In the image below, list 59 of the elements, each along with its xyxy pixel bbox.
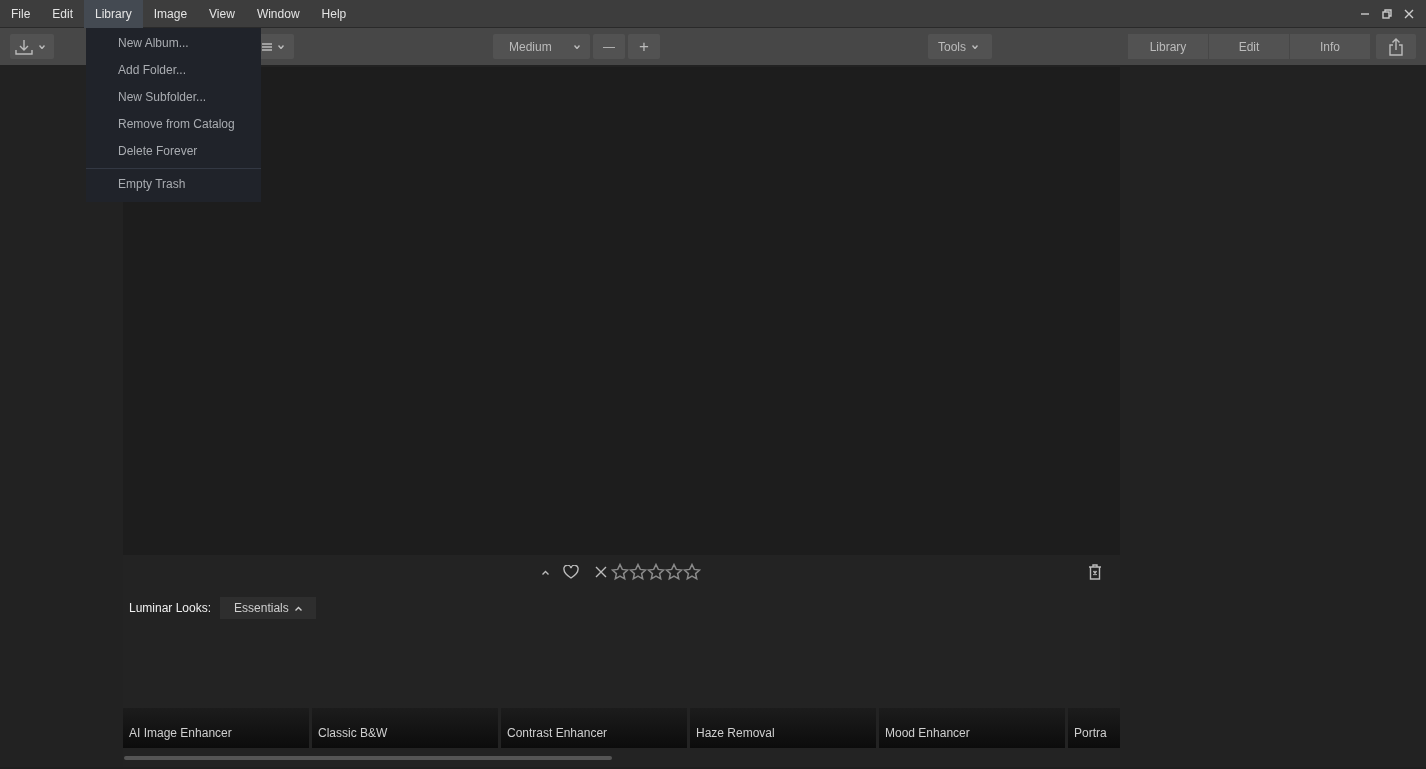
close-icon[interactable]	[1404, 8, 1414, 19]
collection-dropdown[interactable]: Essentials	[220, 597, 316, 619]
star-icon[interactable]	[665, 563, 683, 581]
menu-option[interactable]: Add Folder...	[86, 57, 261, 84]
dropdown-value: Tools	[938, 38, 966, 56]
heart-icon[interactable]	[563, 565, 579, 579]
menu-item[interactable]: Help	[310, 0, 358, 28]
look-thumbnail[interactable]: Haze Removal	[690, 708, 876, 748]
dropdown-value: Medium	[509, 38, 552, 56]
menu-option[interactable]: Remove from Catalog	[86, 111, 261, 138]
caret-icon	[972, 44, 978, 49]
size-dropdown[interactable]: Medium	[493, 34, 590, 59]
star-icon[interactable]	[683, 563, 701, 581]
look-name: AI Image Enhancer	[129, 725, 232, 742]
menu-option[interactable]: New Album...	[86, 30, 261, 57]
look-name: Contrast Enhancer	[507, 725, 608, 742]
dropdown-value: Essentials	[234, 600, 289, 617]
menu-item[interactable]: View	[198, 0, 246, 28]
download-icon	[15, 38, 33, 55]
star-icon[interactable]	[647, 563, 665, 581]
star-icon[interactable]	[611, 563, 629, 581]
import-button[interactable]	[10, 34, 54, 59]
star-icon[interactable]	[629, 563, 647, 581]
horizontal-scrollbar[interactable]	[124, 756, 612, 760]
star-rating[interactable]	[611, 563, 701, 581]
caret-icon	[574, 44, 580, 49]
menu-item[interactable]: File	[0, 0, 42, 28]
reject-icon[interactable]	[595, 566, 607, 578]
looks-label: Luminar Looks:	[129, 600, 212, 617]
mode-tab[interactable]: Edit	[1209, 34, 1289, 59]
look-name: Classic B&W	[318, 725, 388, 742]
look-name: Portra	[1074, 725, 1107, 742]
look-thumbnail[interactable]: Classic B&W	[312, 708, 498, 748]
look-thumbnail[interactable]: AI Image Enhancer	[123, 708, 309, 748]
menu-option[interactable]: Delete Forever	[86, 138, 261, 165]
caret-icon	[39, 44, 45, 49]
look-name: Haze Removal	[696, 725, 775, 742]
share-button[interactable]	[1376, 34, 1416, 59]
share-icon	[1389, 37, 1403, 56]
chevron-up-icon	[294, 605, 302, 611]
zoom-out-button[interactable]: —	[593, 34, 625, 59]
tools-dropdown[interactable]: Tools	[928, 34, 992, 59]
mode-tab[interactable]: Library	[1128, 34, 1208, 59]
look-thumbnail[interactable]: Contrast Enhancer	[501, 708, 687, 748]
caret-icon	[278, 44, 284, 49]
list-icon	[262, 41, 272, 52]
trash-icon[interactable]	[1088, 564, 1102, 580]
menu-item[interactable]: Edit	[41, 0, 85, 28]
look-thumbnail[interactable]: Portra	[1068, 708, 1120, 748]
look-thumbnail[interactable]: Mood Enhancer	[879, 708, 1065, 748]
zoom-in-button[interactable]: +	[628, 34, 660, 59]
menu-item[interactable]: Image	[142, 0, 199, 28]
mode-tab[interactable]: Info	[1290, 34, 1370, 59]
chevron-up-icon[interactable]	[542, 569, 549, 575]
restore-icon[interactable]	[1382, 8, 1392, 19]
menu-option[interactable]: New Subfolder...	[86, 84, 261, 111]
menu-item[interactable]: Library	[84, 0, 143, 28]
menu-item[interactable]: Window	[245, 0, 311, 28]
look-name: Mood Enhancer	[885, 725, 970, 742]
